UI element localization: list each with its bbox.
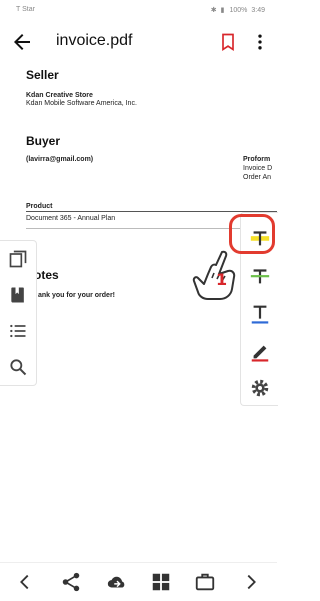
notes-text: ank you for your order!	[38, 292, 116, 299]
status-bar: T Star ✱ ▮ 100% 3:49	[0, 0, 277, 20]
notes-heading: otes	[34, 268, 59, 282]
search-icon[interactable]	[8, 357, 28, 377]
carrier-label: T Star	[16, 6, 35, 13]
pdf-page: Seller Kdan Creative Store Kdan Mobile S…	[0, 64, 277, 564]
seller-heading: Seller	[26, 68, 59, 82]
strikethrough-text-icon[interactable]	[249, 265, 271, 287]
app-bar: invoice.pdf	[0, 20, 277, 64]
share-icon[interactable]	[60, 571, 82, 593]
grid-icon[interactable]	[150, 571, 172, 593]
product-header: Product	[26, 203, 53, 210]
pages-icon[interactable]	[8, 249, 28, 269]
battery-label: 100%	[229, 6, 248, 14]
underline-text-icon[interactable]	[249, 303, 271, 325]
step-number: 1	[216, 270, 228, 289]
prev-icon[interactable]	[14, 571, 36, 593]
more-vert-icon[interactable]	[250, 31, 270, 53]
bottom-toolbar	[0, 562, 277, 601]
seller-company: Kdan Mobile Software America, Inc.	[26, 100, 137, 107]
bookmarks-icon[interactable]	[8, 285, 28, 305]
product-item: Document 365 - Annual Plan	[26, 215, 116, 222]
settings-icon[interactable]	[249, 377, 271, 399]
next-icon[interactable]	[240, 571, 262, 593]
seller-store: Kdan Creative Store	[26, 92, 93, 99]
outline-list-icon[interactable]	[8, 321, 28, 341]
document-title: invoice.pdf	[56, 32, 133, 49]
order-amount-label: Order An	[243, 174, 272, 181]
status-right: ✱ ▮ 100% 3:49	[210, 6, 265, 15]
status-icons: ✱ ▮	[210, 7, 226, 14]
back-arrow-icon[interactable]	[10, 30, 34, 54]
proforma-label: Proform	[243, 156, 271, 163]
briefcase-icon[interactable]	[194, 571, 216, 593]
invoice-date-label: Invoice D	[243, 165, 273, 172]
clock: 3:49	[251, 6, 265, 14]
left-tool-panel	[0, 240, 37, 386]
pen-icon[interactable]	[249, 341, 271, 363]
bookmark-icon[interactable]	[218, 31, 238, 53]
cloud-sync-icon[interactable]	[106, 571, 128, 593]
buyer-heading: Buyer	[26, 134, 61, 148]
table-header-rule	[26, 211, 277, 212]
buyer-email: (lavirra@gmail.com)	[26, 156, 94, 163]
